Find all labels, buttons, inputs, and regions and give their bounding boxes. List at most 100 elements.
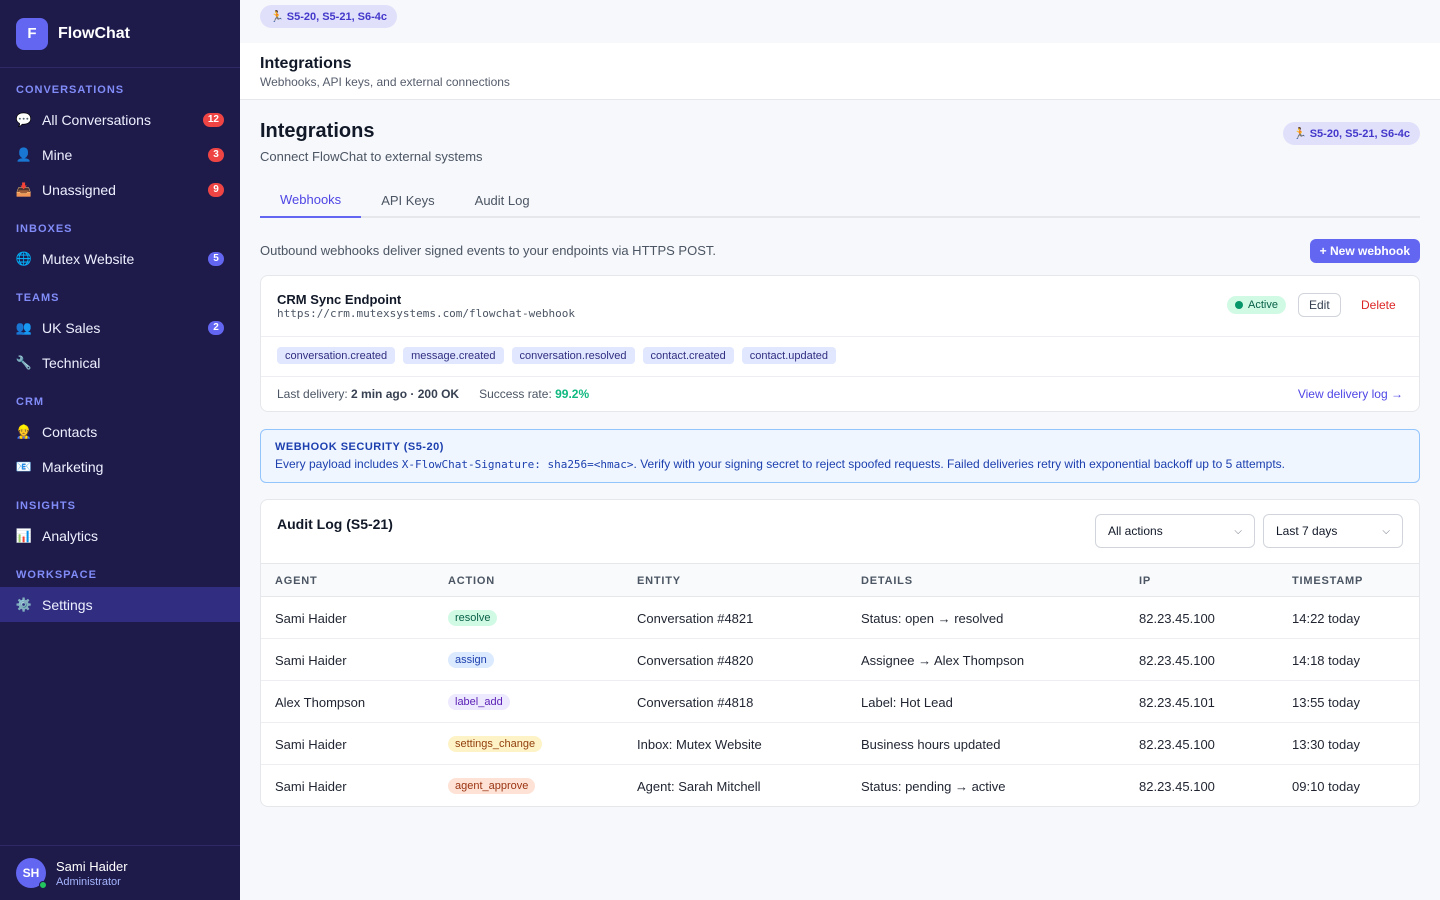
tab-webhooks[interactable]: Webhooks <box>260 182 362 218</box>
sidebar-item-label: Mine <box>42 146 73 163</box>
audit-log-title: Audit Log (S5-21) <box>277 516 393 532</box>
sidebar-item-all-conversations[interactable]: 💬 All Conversations 12 <box>0 102 240 137</box>
integrations-content: Integrations Connect FlowChat to externa… <box>260 120 1420 807</box>
event-chip: contact.created <box>642 347 734 364</box>
webhook-security-notice: WEBHOOK SECURITY (S5-20) Every payload i… <box>260 429 1420 483</box>
action-filter-select[interactable]: All actions ⌵ <box>1095 514 1255 548</box>
tab-audit-log[interactable]: Audit Log <box>455 182 550 218</box>
ip-cell: 82.23.45.100 <box>1139 611 1215 626</box>
sidebar-item-label: All Conversations <box>42 111 151 128</box>
column-header[interactable]: ACTION <box>448 575 495 587</box>
security-text: Every payload includes X-FlowChat-Signat… <box>275 457 1405 471</box>
timestamp-cell: 13:55 today <box>1292 695 1360 710</box>
table-row[interactable]: Sami Haider agent_approve Agent: Sarah Mit… <box>261 765 1419 807</box>
agent-cell: Alex Thompson <box>275 695 366 710</box>
view-delivery-log-link[interactable]: View delivery log → <box>1298 387 1403 401</box>
sidebar-item-marketing[interactable]: 📧 Marketing <box>0 449 240 484</box>
sidebar-item-label: Mutex Website <box>42 250 135 267</box>
column-header[interactable]: IP <box>1139 575 1151 587</box>
last-delivery-value: 2 min ago · 200 OK <box>351 387 460 401</box>
table-row[interactable]: Sami Haider settings_change Inbox: Mutex W… <box>261 723 1419 765</box>
sidebar-item-label: UK Sales <box>42 319 101 336</box>
column-header[interactable]: TIMESTAMP <box>1292 575 1363 587</box>
last-delivery-label: Last delivery: <box>277 387 348 401</box>
user-profile[interactable]: SH Sami Haider Administrator <box>0 845 240 900</box>
webhook-name: CRM Sync Endpoint <box>277 292 402 307</box>
count-badge: 3 <box>208 147 224 162</box>
security-text-before: Every payload includes <box>275 457 402 471</box>
timestamp-cell: 14:22 today <box>1292 611 1360 626</box>
column-header[interactable]: ENTITY <box>637 575 681 587</box>
sidebar-item-label: Analytics <box>42 527 99 544</box>
nav-section-title: TEAMS <box>16 292 60 304</box>
new-webhook-button[interactable]: + New webhook <box>1309 239 1420 263</box>
edit-webhook-button[interactable]: Edit <box>1298 293 1341 317</box>
date-range-select[interactable]: Last 7 days ⌵ <box>1263 514 1403 548</box>
success-rate-label: Success rate: <box>479 387 552 401</box>
sidebar-item-contacts[interactable]: 👷 Contacts <box>0 414 240 449</box>
action-chip: settings_change <box>448 736 543 752</box>
analytics-icon: 📊 <box>15 527 33 543</box>
brand-name: FlowChat <box>58 24 130 42</box>
table-row[interactable]: Sami Haider assign Conversation #4820 Assig… <box>261 639 1419 681</box>
nav-section-title: WORKSPACE <box>16 569 97 581</box>
sidebar-item-unassigned[interactable]: 📥 Unassigned 9 <box>0 172 240 207</box>
divider <box>261 376 1419 377</box>
agent-cell: Sami Haider <box>275 611 347 626</box>
event-list: conversation.created message.created conve… <box>277 347 837 364</box>
user-name: Sami Haider <box>56 858 128 874</box>
delivery-stats: Last delivery: 2 min ago · 200 OK Succes… <box>277 387 589 401</box>
sidebar-item-mutex-website[interactable]: 🌐 Mutex Website 5 <box>0 241 240 276</box>
chevron-down-icon: ⌵ <box>1382 525 1390 537</box>
sidebar-item-label: Marketing <box>42 458 104 475</box>
column-header[interactable]: DETAILS <box>861 575 913 587</box>
timestamp-cell: 13:30 today <box>1292 737 1360 752</box>
details-cell: Status: pending → active <box>861 779 1006 794</box>
sidebar-item-analytics[interactable]: 📊 Analytics <box>0 518 240 553</box>
webhook-card: CRM Sync Endpoint https://crm.mutexsyste… <box>260 275 1420 412</box>
marketing-icon: 📧 <box>15 458 33 474</box>
security-text-after: . Verify with your signing secret to rej… <box>633 457 1285 471</box>
column-header[interactable]: AGENT <box>275 575 318 587</box>
status-label: Active <box>1248 299 1278 311</box>
uk-sales-icon: 👥 <box>15 319 33 335</box>
page-title: Integrations <box>260 55 352 72</box>
sidebar-item-uk-sales[interactable]: 👥 UK Sales 2 <box>0 310 240 345</box>
section-sprint-pill: 🏃 S5-20, S5-21, S6-4c <box>1282 122 1420 145</box>
mine-icon: 👤 <box>15 146 33 162</box>
chevron-down-icon: ⌵ <box>1234 525 1242 537</box>
brand[interactable]: F FlowChat <box>0 0 240 68</box>
agent-cell: Sami Haider <box>275 737 347 752</box>
avatar-initials: SH <box>22 866 40 880</box>
sidebar-item-mine[interactable]: 👤 Mine 3 <box>0 137 240 172</box>
action-chip: agent_approve <box>448 778 536 794</box>
timestamp-cell: 14:18 today <box>1292 653 1360 668</box>
audit-log-card: Audit Log (S5-21) All actions ⌵ Last 7 d… <box>260 499 1420 807</box>
webhook-url: https://crm.mutexsystems.com/flowchat-we… <box>277 307 576 320</box>
tab-api-keys[interactable]: API Keys <box>361 182 454 218</box>
event-chip: conversation.created <box>277 347 396 364</box>
avatar: SH <box>16 858 47 889</box>
sidebar-item-settings[interactable]: ⚙️ Settings <box>0 587 240 622</box>
sidebar-item-label: Unassigned <box>42 181 116 198</box>
section-title: Integrations <box>260 120 375 142</box>
count-badge: 12 <box>202 112 224 127</box>
status-dot-icon <box>1235 301 1243 309</box>
nav-section-title: CONVERSATIONS <box>16 84 125 96</box>
table-row[interactable]: Sami Haider resolve Conversation #4821 Stat… <box>261 597 1419 639</box>
delete-webhook-button[interactable]: Delete <box>1353 293 1404 317</box>
sidebar-item-technical[interactable]: 🔧 Technical <box>0 345 240 380</box>
entity-cell: Agent: Sarah Mitchell <box>637 779 761 794</box>
entity-cell: Conversation #4820 <box>637 653 754 668</box>
technical-icon: 🔧 <box>15 354 33 370</box>
table-row[interactable]: Alex Thompson label_add Conversation #4818… <box>261 681 1419 723</box>
tab-bar: Webhooks API Keys Audit Log <box>260 182 1420 218</box>
event-chip: conversation.resolved <box>511 347 635 364</box>
sidebar-nav: CONVERSATIONS 💬 All Conversations 12 👤 Mine 3 📥… <box>0 68 240 622</box>
event-chip: contact.updated <box>741 347 837 364</box>
nav-section-title: CRM <box>16 396 45 408</box>
nav-section-title: INSIGHTS <box>16 500 76 512</box>
contacts-icon: 👷 <box>15 423 33 439</box>
ip-cell: 82.23.45.101 <box>1139 695 1215 710</box>
timestamp-cell: 09:10 today <box>1292 779 1360 794</box>
